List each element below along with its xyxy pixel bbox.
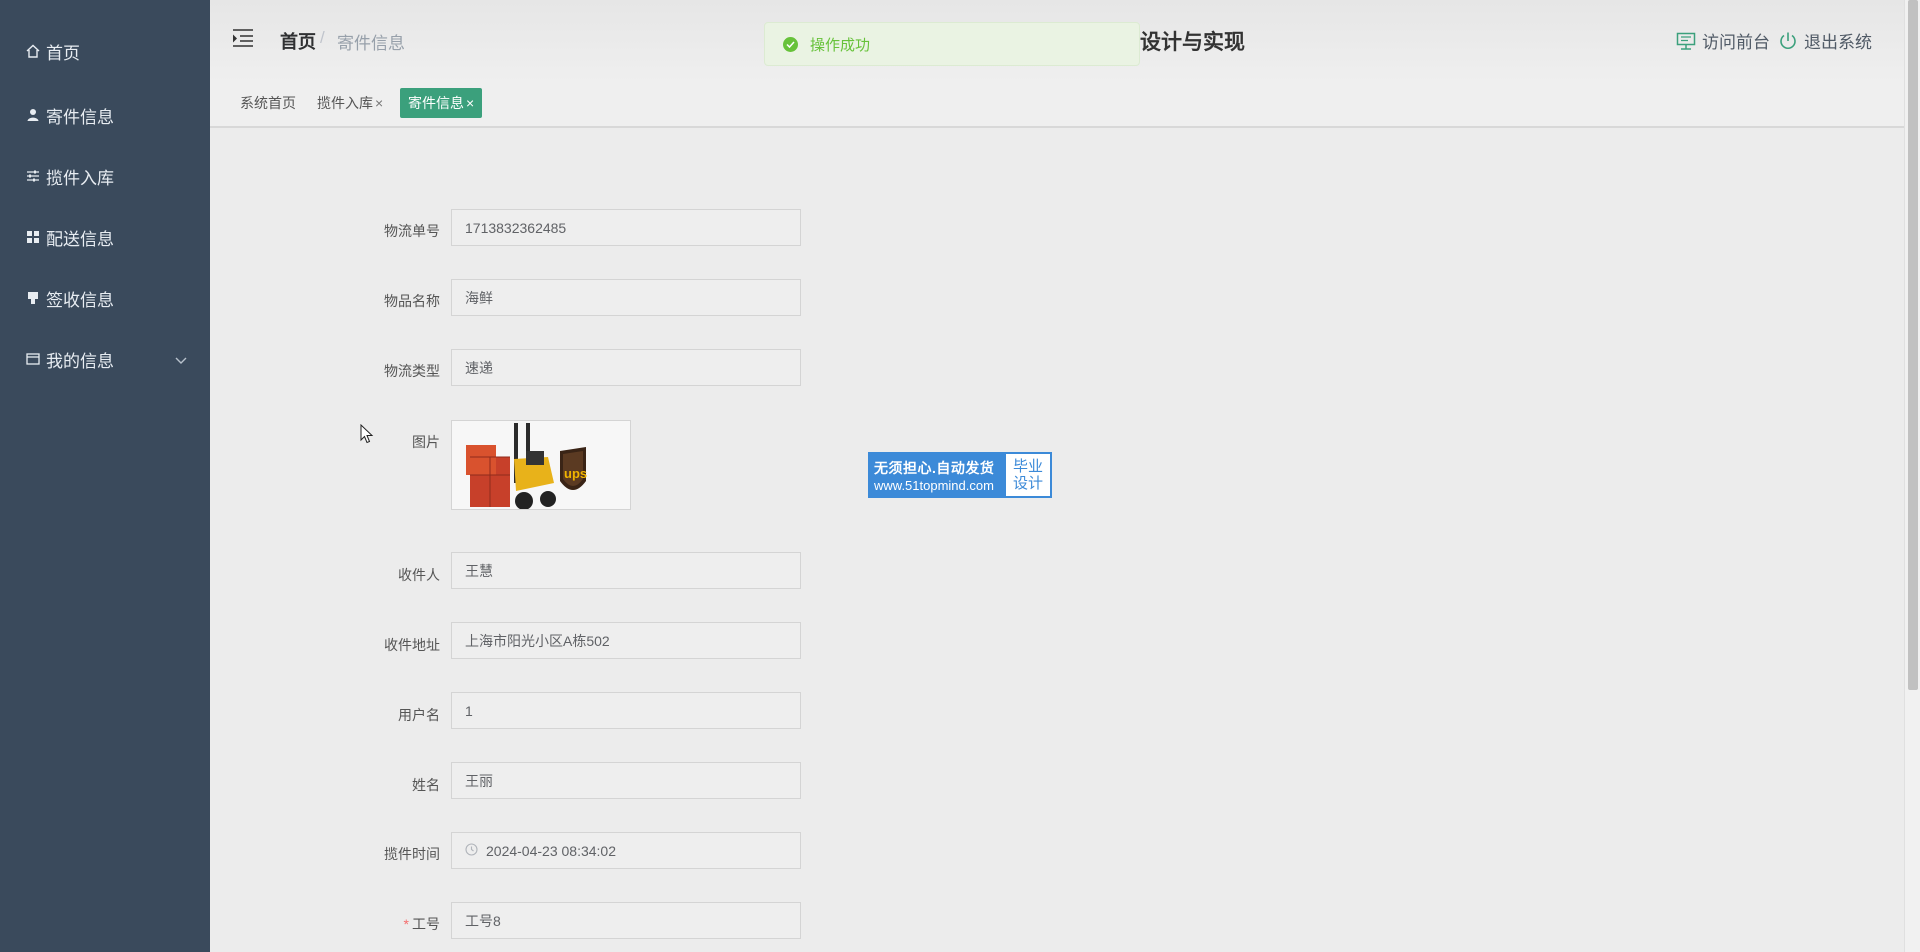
sidebar-item-label: 寄件信息 [46,107,114,127]
chevron-down-icon [174,352,188,372]
required-marker: * [403,916,409,932]
item-name-field[interactable]: 海鲜 [451,279,801,316]
sidebar: 首页 寄件信息 揽件入库 配送信息 签收信息 我的信息 [0,0,210,952]
svg-text:ups: ups [564,466,587,481]
menu-toggle-icon[interactable] [232,28,254,48]
grid-icon [24,228,42,246]
visit-frontend-link[interactable]: 访问前台 [1676,28,1770,53]
label-username: 用户名 [398,707,440,723]
sidebar-item-home[interactable]: 首页 [0,26,210,76]
visit-frontend-label: 访问前台 [1702,33,1770,52]
item-image[interactable]: ups [451,420,631,510]
address-field[interactable]: 上海市阳光小区A栋502 [451,622,801,659]
tabs-bar: 系统首页 揽件入库 × 寄件信息 × [210,82,1904,128]
sidebar-item-sign[interactable]: 签收信息 [0,273,210,323]
sidebar-item-send-info[interactable]: 寄件信息 [0,90,210,140]
field-value: 2024-04-23 08:34:02 [486,842,616,859]
label-text: 工号 [412,916,440,932]
name-field[interactable]: 王丽 [451,762,801,799]
forklift-image: ups [452,421,630,509]
watermark-badge: 无须担心.自动发货 www.51topmind.com 毕业 设计 [868,452,1052,498]
label-employee-id: * 工号 [404,914,440,934]
label-logistics-type: 物流类型 [384,363,440,379]
tab-send-info[interactable]: 寄件信息 × [400,88,483,118]
mouse-cursor-icon [360,424,374,444]
tracking-number-field[interactable]: 1713832362485 [451,209,801,246]
sidebar-item-label: 首页 [46,43,80,63]
tab-system-home[interactable]: 系统首页 [240,88,296,118]
close-icon[interactable]: × [375,95,383,111]
sidebar-item-label: 配送信息 [46,229,114,249]
sidebar-item-label: 签收信息 [46,290,114,310]
tab-label: 系统首页 [240,95,296,111]
tab-label: 寄件信息 [408,95,464,111]
watermark-right: 毕业 设计 [1006,454,1050,496]
watermark-line1: 无须担心.自动发货 [874,459,995,476]
employee-id-field[interactable]: 工号8 [451,902,801,939]
field-value: 海鲜 [465,289,493,306]
monitor-icon [1676,32,1696,50]
field-value: 1713832362485 [465,219,567,236]
logistics-type-field[interactable]: 速递 [451,349,801,386]
tab-pickup[interactable]: 揽件入库 × [317,88,383,118]
field-value: 工号8 [465,912,501,929]
check-circle-icon [783,36,798,52]
page-title: 设计与实现 [1140,31,1245,54]
stamp-icon [24,289,42,307]
sidebar-item-pickup[interactable]: 揽件入库 [0,151,210,201]
watermark-line2: www.51topmind.com [874,477,994,493]
sidebar-item-delivery[interactable]: 配送信息 [0,212,210,262]
toast-message: 操作成功 [810,36,871,54]
label-address: 收件地址 [384,637,440,653]
field-value: 速递 [465,359,493,376]
watermark-badge-line2: 设计 [1012,475,1043,492]
sliders-icon [24,167,42,185]
label-pickup-time: 揽件时间 [384,846,440,862]
breadcrumb-home[interactable]: 首页 [280,28,316,54]
breadcrumb-current: 寄件信息 [337,34,405,53]
tab-label: 揽件入库 [317,95,373,111]
power-icon [1780,32,1796,49]
label-tracking-number: 物流单号 [384,223,440,239]
label-recipient: 收件人 [398,567,440,583]
recipient-field[interactable]: 王慧 [451,552,801,589]
label-image: 图片 [412,434,440,450]
watermark-badge-line1: 毕业 [1012,458,1043,475]
label-item-name: 物品名称 [384,293,440,309]
field-value: 1 [465,702,473,719]
field-value: 王慧 [465,562,493,579]
sidebar-item-my-info[interactable]: 我的信息 [0,334,210,384]
clock-icon [465,842,478,859]
user-icon [24,106,42,124]
close-icon[interactable]: × [466,95,474,111]
scrollbar-thumb[interactable] [1908,0,1918,690]
breadcrumb-separator: / [320,28,325,47]
field-value: 上海市阳光小区A栋502 [465,632,610,649]
label-name: 姓名 [412,777,440,793]
card-icon [24,350,42,368]
sidebar-item-label: 揽件入库 [46,168,114,188]
watermark-left: 无须担心.自动发货 www.51topmind.com [870,454,1006,496]
logout-link[interactable]: 退出系统 [1778,28,1872,53]
logout-label: 退出系统 [1804,33,1872,52]
pickup-time-field[interactable]: 2024-04-23 08:34:02 [451,832,801,869]
field-value: 王丽 [465,772,493,789]
sidebar-item-label: 我的信息 [46,351,114,371]
page-scrollbar[interactable] [1904,0,1920,952]
success-toast: 操作成功 [764,22,1140,66]
username-field[interactable]: 1 [451,692,801,729]
home-icon [24,42,42,60]
